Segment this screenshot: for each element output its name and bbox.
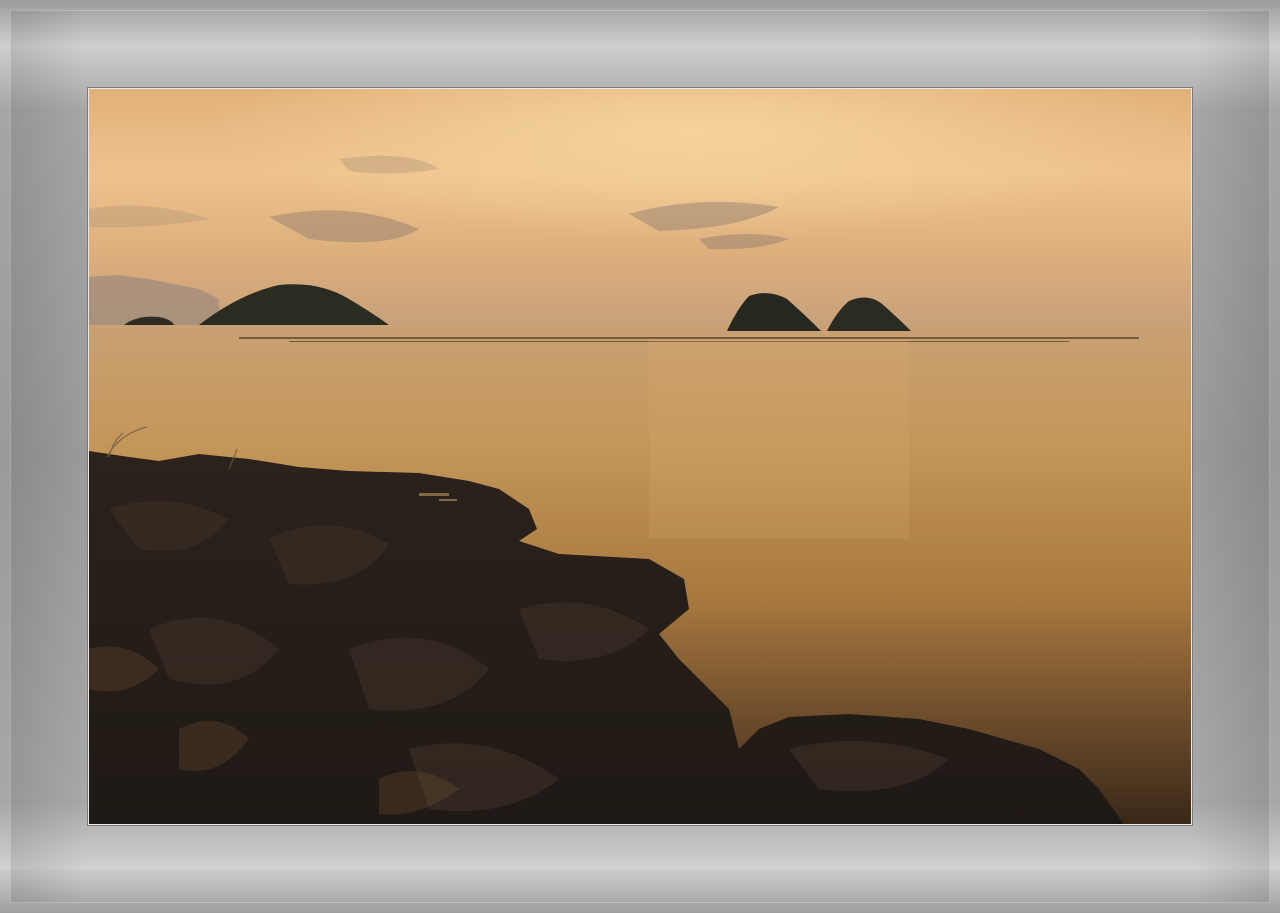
photo-frame [0, 0, 1280, 913]
seascape-photo [88, 88, 1192, 825]
water-reflection [649, 339, 909, 539]
seascape-illustration [89, 89, 1191, 824]
